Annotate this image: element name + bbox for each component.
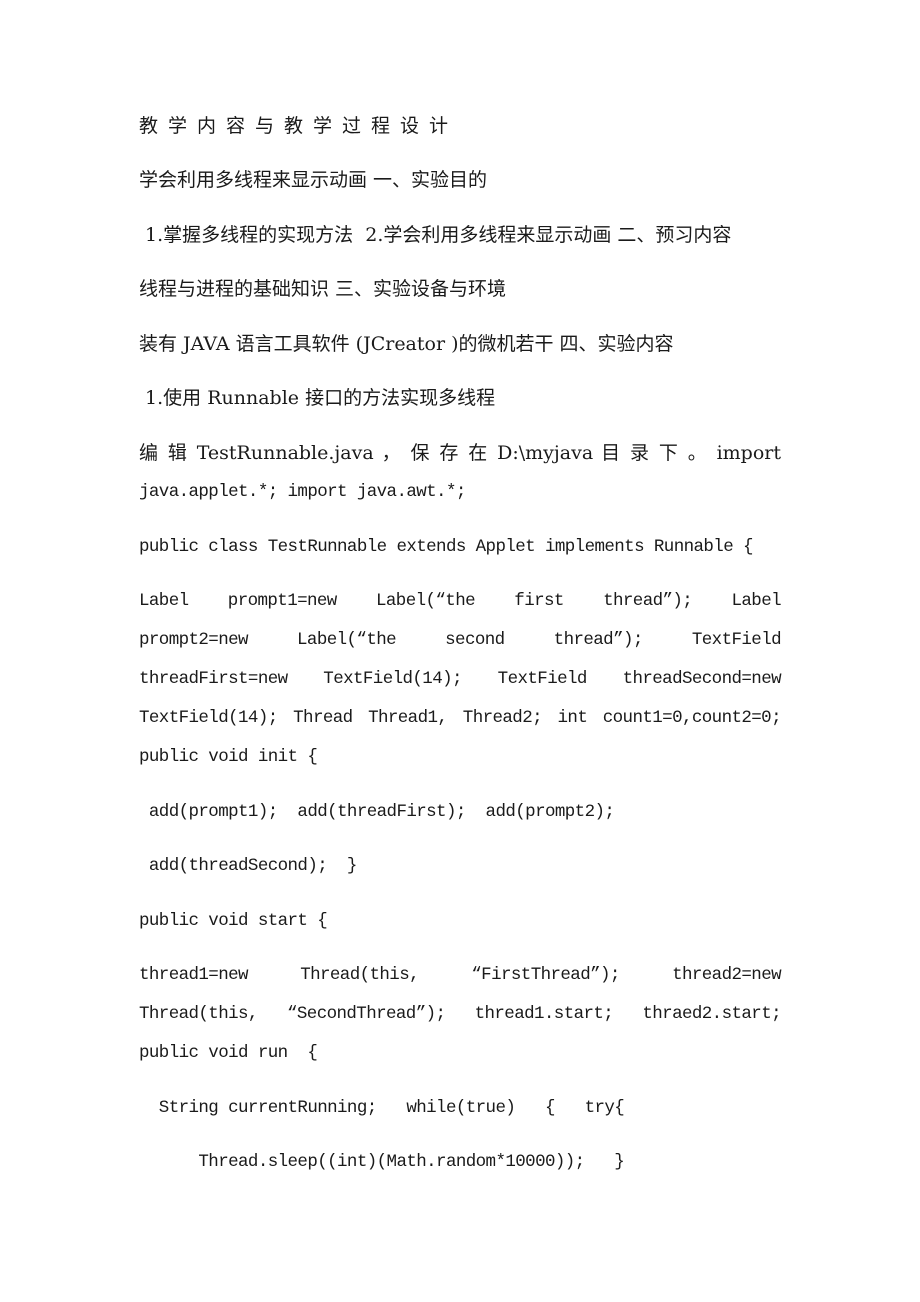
code-line: Thread(this, “SecondThread”); thread1.st… [139, 1004, 782, 1024]
code-line: public void init { [139, 747, 318, 767]
code-line: prompt2=new Label(“the second thread”); … [139, 630, 782, 650]
paragraph-preview: 线程与进程的基础知识 三、实验设备与环境 [139, 278, 507, 300]
document-title: 教学内容与教学过程设计 [139, 115, 459, 137]
code-line: add(threadSecond); } [139, 856, 358, 876]
paragraph-step-1: 1.使用 Runnable 接口的方法实现多线程 [139, 387, 496, 409]
code-line: TextField(14); Thread Thread1, Thread2; … [139, 708, 782, 728]
code-line: String currentRunning; while(true) { try… [139, 1098, 625, 1118]
code-line: Label prompt1=new Label(“the first threa… [139, 591, 782, 611]
code-line: public void start { [139, 911, 328, 931]
code-line: public void run { [139, 1043, 318, 1063]
paragraph-objectives: 1.掌握多线程的实现方法 2.学会利用多线程来显示动画 二、预习内容 [139, 224, 732, 246]
section-heading-objectives: 学会利用多线程来显示动画 一、实验目的 [139, 169, 488, 191]
code-line: java.applet.*; import java.awt.*; [139, 482, 466, 502]
code-line: Thread.sleep((int)(Math.random*10000)); … [139, 1152, 625, 1172]
code-line: thread1=new Thread(this, “FirstThread”);… [139, 965, 782, 985]
code-line: add(prompt1); add(threadFirst); add(prom… [139, 802, 615, 822]
code-line: public class TestRunnable extends Applet… [139, 537, 754, 557]
paragraph-environment: 装有 JAVA 语言工具软件 (JCreator )的微机若干 四、实验内容 [139, 333, 674, 355]
paragraph-edit-instruction: 编 辑 TestRunnable.java ， 保 存 在 D:\myjava … [139, 442, 781, 464]
code-line: threadFirst=new TextField(14); TextField… [139, 669, 782, 689]
